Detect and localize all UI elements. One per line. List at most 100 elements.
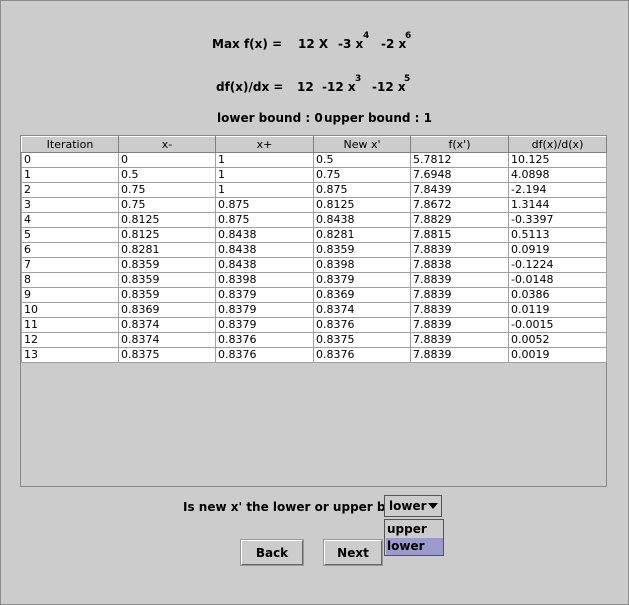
table-cell: 0.8375 [118,347,216,363]
table-cell: 0.8438 [215,242,314,258]
table-cell: 0.8374 [118,317,216,333]
table-cell: 0.8379 [215,287,314,303]
table-row[interactable]: 0 0 1 0.5 5.7812 10.125 [21,152,607,168]
table-cell: 7.8829 [410,212,509,228]
table-row[interactable]: 3 0.75 0.875 0.8125 7.8672 1.3144 [21,197,607,213]
column-header[interactable]: f(x') [410,136,509,153]
dropdown-option-upper[interactable]: upper [386,521,443,538]
table-cell: 0.5113 [508,227,607,243]
table-cell: 7.8839 [410,287,509,303]
lower-bound-label: lower bound : 0 [217,111,323,125]
table-cell: 0 [118,152,216,168]
table-cell: 7.8839 [410,242,509,258]
table-cell: 1 [215,182,314,198]
table-row[interactable]: 7 0.8359 0.8438 0.8398 7.8838 -0.1224 [21,257,607,273]
table-cell: 3 [21,197,119,213]
table-cell: 1 [215,152,314,168]
table-row[interactable]: 11 0.8374 0.8379 0.8376 7.8839 -0.0015 [21,317,607,333]
table-row[interactable]: 13 0.8375 0.8376 0.8376 7.8839 0.0019 [21,347,607,363]
table-cell: 0.0052 [508,332,607,348]
table-cell: -2.194 [508,182,607,198]
table-cell: 10 [21,302,119,318]
table-row[interactable]: 4 0.8125 0.875 0.8438 7.8829 -0.3397 [21,212,607,228]
table-cell: 0.5 [118,167,216,183]
column-header[interactable]: x- [118,136,216,153]
table-cell: 0.875 [215,197,314,213]
bound-combo-box[interactable]: lower [384,495,442,517]
table-cell: 0.8125 [118,227,216,243]
table-cell: 0.75 [313,167,411,183]
table-cell: -0.0148 [508,272,607,288]
table-cell: 0.8281 [313,227,411,243]
table-cell: 0.8359 [118,257,216,273]
max-label: Max f(x) = [212,37,283,51]
table-cell: 6 [21,242,119,258]
table-row[interactable]: 6 0.8281 0.8438 0.8359 7.8839 0.0919 [21,242,607,258]
table-cell: 1 [215,167,314,183]
table-cell: 0.8359 [118,272,216,288]
table-cell: 7.8839 [410,317,509,333]
table-cell: 7.8838 [410,257,509,273]
dropdown-option-lower[interactable]: lower [386,538,443,555]
table-cell: 4.0898 [508,167,607,183]
table-cell: 0 [21,152,119,168]
table-cell: 1.3144 [508,197,607,213]
table-cell: 0.8369 [313,287,411,303]
table-cell: 7.8839 [410,347,509,363]
table-cell: 12 [21,332,119,348]
table-row[interactable]: 2 0.75 1 0.875 7.8439 -2.194 [21,182,607,198]
table-cell: 0.875 [215,212,314,228]
table-cell: 9 [21,287,119,303]
chevron-down-icon[interactable] [428,503,438,509]
table-cell: 0.8374 [118,332,216,348]
deriv-term-3: -12 x [372,80,406,94]
table-row[interactable]: 12 0.8374 0.8376 0.8375 7.8839 0.0052 [21,332,607,348]
table-cell: 10.125 [508,152,607,168]
table-row[interactable]: 5 0.8125 0.8438 0.8281 7.8815 0.5113 [21,227,607,243]
table-row[interactable]: 10 0.8369 0.8379 0.8374 7.8839 0.0119 [21,302,607,318]
table-cell: 7.6948 [410,167,509,183]
max-term-2: -3 x [338,37,364,51]
column-header[interactable]: df(x)/d(x) [508,136,607,153]
upper-bound-label: upper bound : 1 [324,111,432,125]
table-cell: 0.8376 [313,317,411,333]
iteration-table[interactable]: Iteration x-x+ New x' f(x') df(x)/d(x) 0 0 1 0.… [20,135,607,487]
iteration-grid: Iteration x-x+ New x' f(x') df(x)/d(x) 0 0 1 0.… [21,136,607,363]
back-button[interactable]: Back [240,539,304,566]
table-cell: -0.3397 [508,212,607,228]
table-cell: 0.8376 [313,347,411,363]
table-cell: 5 [21,227,119,243]
column-header[interactable]: x+ [215,136,314,153]
deriv-exponent-2: 5 [404,74,411,84]
table-cell: 7.8439 [410,182,509,198]
table-cell: 0.0386 [508,287,607,303]
table-cell: 0.8125 [313,197,411,213]
table-cell: 0.8281 [118,242,216,258]
table-cell: 0.8374 [313,302,411,318]
column-header[interactable]: New x' [313,136,411,153]
table-cell: 0.8359 [313,242,411,258]
table-cell: 0.0019 [508,347,607,363]
table-cell: 0.8375 [313,332,411,348]
table-cell: 0.8438 [215,227,314,243]
max-exponent-1: 4 [363,31,370,41]
max-term-3: -2 x [381,37,407,51]
table-cell: 8 [21,272,119,288]
combo-selected-value: lower [389,499,427,513]
table-header-row: Iteration x-x+ New x' f(x') df(x)/d(x) [21,136,607,153]
max-term-1: 12 X [298,37,329,51]
table-row[interactable]: 8 0.8359 0.8398 0.8379 7.8839 -0.0148 [21,272,607,288]
table-cell: 0.8376 [215,332,314,348]
table-cell: 7.8839 [410,272,509,288]
table-cell: -0.1224 [508,257,607,273]
table-cell: 0.75 [118,182,216,198]
table-cell: 7.8672 [410,197,509,213]
next-button[interactable]: Next [323,539,383,566]
column-header[interactable]: Iteration [21,136,119,153]
bound-dropdown-list[interactable]: upper lower [384,519,444,556]
table-cell: 0.8398 [215,272,314,288]
table-row[interactable]: 1 0.5 1 0.75 7.6948 4.0898 [21,167,607,183]
table-cell: 0.8125 [118,212,216,228]
table-cell: 4 [21,212,119,228]
table-row[interactable]: 9 0.8359 0.8379 0.8369 7.8839 0.0386 [21,287,607,303]
